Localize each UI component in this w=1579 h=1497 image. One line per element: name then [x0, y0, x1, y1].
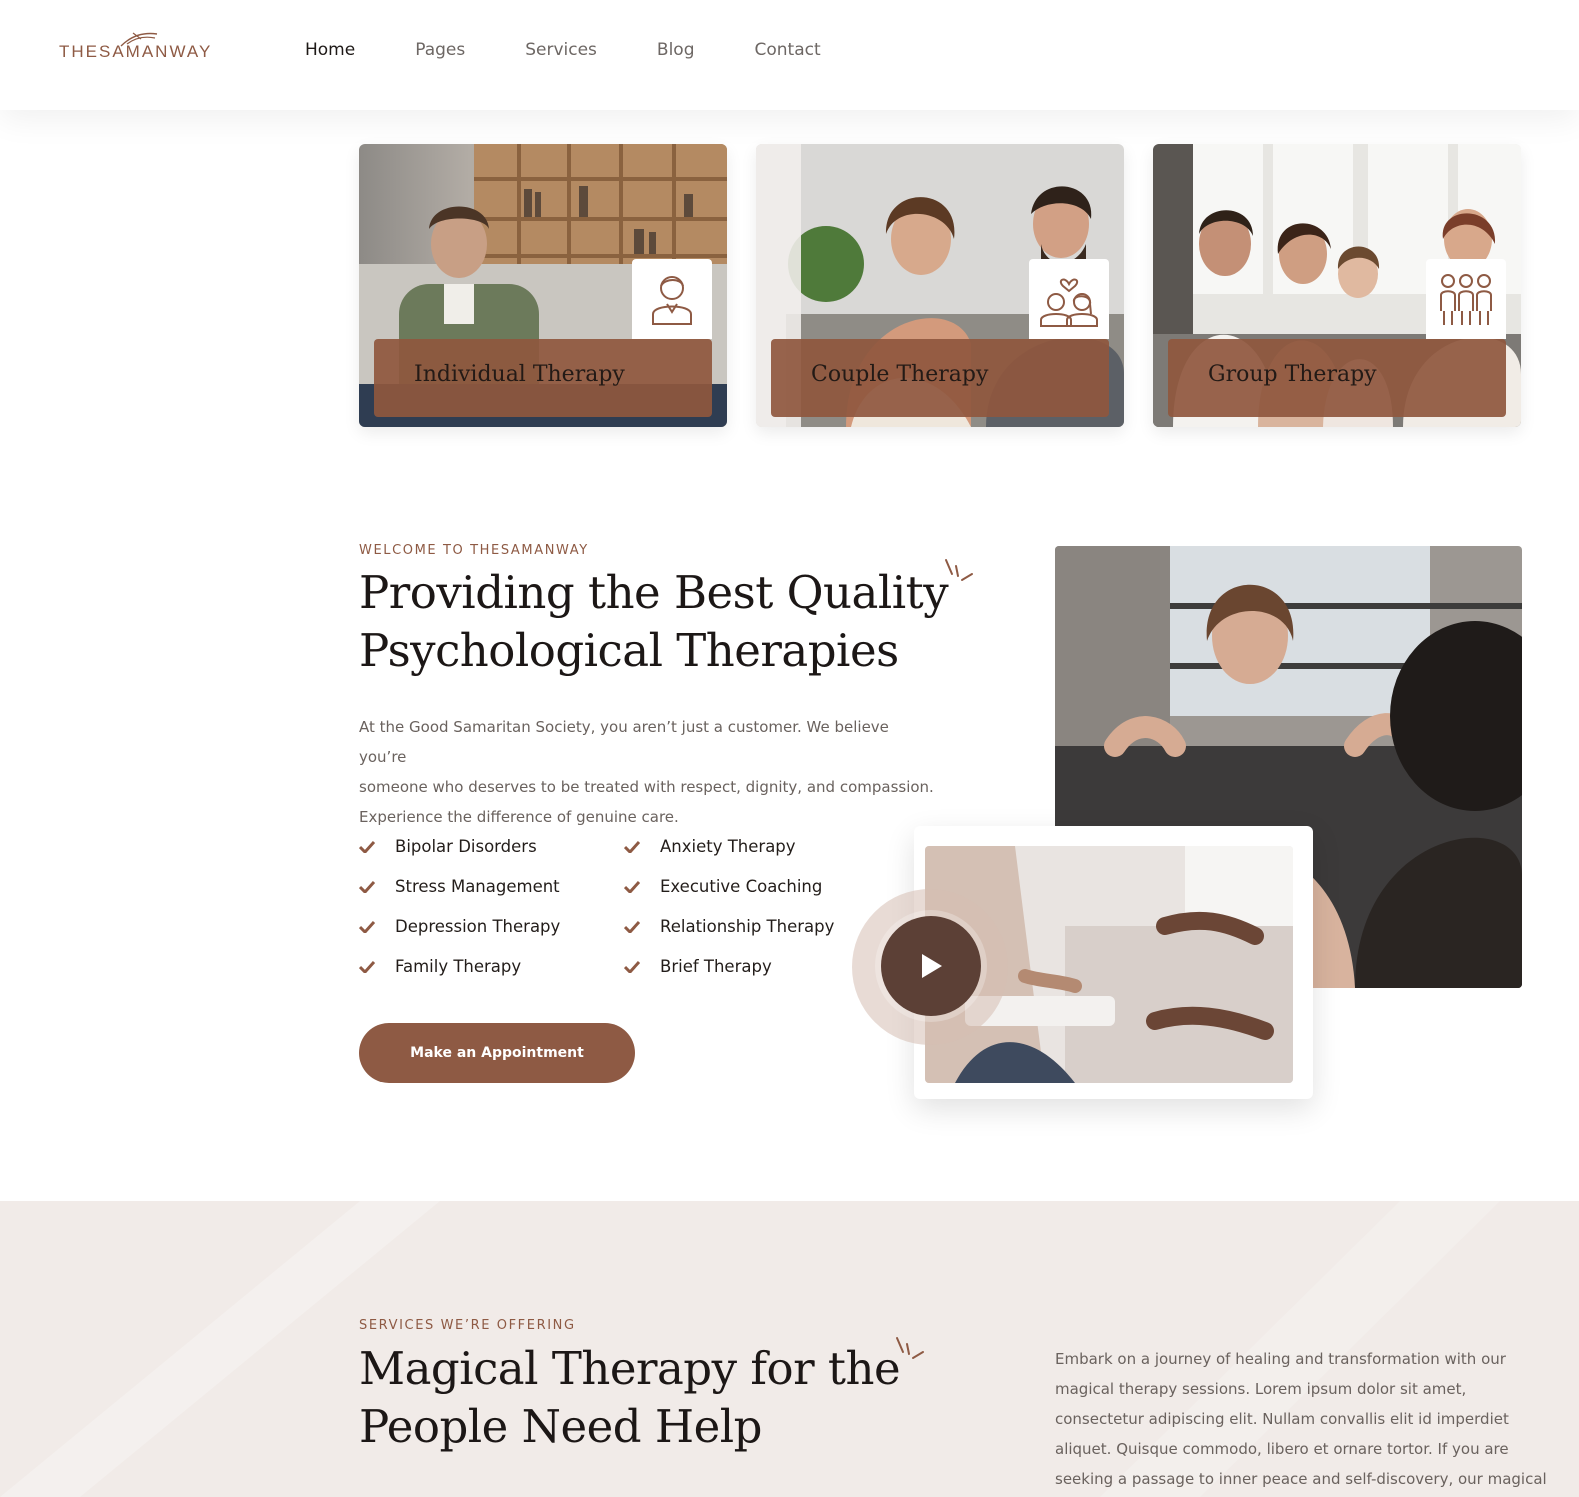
services-eyebrow: SERVICES WE’RE OFFERING	[359, 1318, 576, 1333]
card-title: Couple Therapy	[811, 362, 989, 387]
checkmark-icon	[359, 880, 375, 893]
check-label: Brief Therapy	[660, 957, 772, 976]
welcome-eyebrow: WELCOME TO THESAMANWAY	[359, 543, 589, 558]
services-paragraph: Embark on a journey of healing and trans…	[1055, 1344, 1555, 1494]
couple-heart-icon	[1040, 278, 1098, 327]
check-label: Bipolar Disorders	[395, 837, 537, 856]
check-item: Stress Management	[359, 877, 560, 896]
welcome-headline: Providing the Best Quality Psychological…	[359, 564, 999, 680]
para-line: At the Good Samaritan Society, you aren’…	[359, 718, 889, 766]
card-title: Individual Therapy	[414, 362, 625, 387]
play-icon	[922, 954, 942, 978]
check-item: Relationship Therapy	[624, 917, 834, 936]
group-icon	[1440, 274, 1492, 325]
check-item: Brief Therapy	[624, 957, 772, 976]
check-item: Depression Therapy	[359, 917, 560, 936]
check-item: Executive Coaching	[624, 877, 822, 896]
sparkle-accent-icon	[896, 1337, 924, 1359]
headline-line-2: Psychological Therapies	[359, 624, 899, 677]
card-label: Group Therapy	[1168, 339, 1506, 417]
para-line: someone who deserves to be treated with …	[359, 778, 934, 796]
logo[interactable]: THESAMANWAY	[59, 30, 210, 66]
logo-swoosh-icon	[120, 32, 158, 47]
checkmark-icon	[359, 920, 375, 933]
nav-blog[interactable]: Blog	[657, 40, 695, 60]
check-item: Bipolar Disorders	[359, 837, 537, 856]
headline-line-1: Providing the Best Quality	[359, 566, 949, 619]
para-line: seeking a passage to inner peace and sel…	[1055, 1470, 1547, 1488]
headline-line-1: Magical Therapy for the	[359, 1342, 901, 1395]
check-item: Family Therapy	[359, 957, 521, 976]
services-section: SERVICES WE’RE OFFERING Magical Therapy …	[0, 1201, 1579, 1497]
play-video-button[interactable]	[881, 916, 981, 1016]
nav-contact[interactable]: Contact	[754, 40, 820, 60]
check-label: Relationship Therapy	[660, 917, 835, 936]
service-card-couple[interactable]: Couple Therapy	[756, 144, 1124, 427]
group-icon-box	[1426, 259, 1506, 339]
para-line: consectetur adipiscing elit. Nullam conv…	[1055, 1410, 1509, 1428]
site-header: THESAMANWAY Home Pages Services Blog Con…	[0, 0, 1579, 110]
person-icon	[652, 276, 692, 325]
main-nav: Home Pages Services Blog Contact	[305, 40, 881, 60]
nav-pages[interactable]: Pages	[415, 40, 465, 60]
make-appointment-button[interactable]: Make an Appointment	[359, 1023, 635, 1083]
checkmark-icon	[624, 840, 640, 853]
welcome-paragraph: At the Good Samaritan Society, you aren’…	[359, 712, 939, 832]
checkmark-icon	[624, 880, 640, 893]
couple-icon-box	[1029, 259, 1109, 339]
checkmark-icon	[624, 920, 640, 933]
check-label: Stress Management	[395, 877, 560, 896]
headline-line-2: People Need Help	[359, 1400, 762, 1453]
card-title: Group Therapy	[1208, 362, 1377, 387]
service-card-individual[interactable]: Individual Therapy	[359, 144, 727, 427]
para-line: Embark on a journey of healing and trans…	[1055, 1350, 1506, 1368]
checkmark-icon	[359, 960, 375, 973]
para-line: Experience the difference of genuine car…	[359, 808, 679, 826]
person-icon-box	[632, 259, 712, 339]
checkmark-icon	[359, 840, 375, 853]
check-label: Executive Coaching	[660, 877, 823, 896]
sparkle-accent-icon	[945, 559, 973, 581]
checkmark-icon	[624, 960, 640, 973]
check-label: Depression Therapy	[395, 917, 561, 936]
nav-services[interactable]: Services	[525, 40, 597, 60]
para-line: magical therapy sessions. Lorem ipsum do…	[1055, 1380, 1467, 1398]
service-card-group[interactable]: Group Therapy	[1153, 144, 1521, 427]
card-label: Couple Therapy	[771, 339, 1109, 417]
check-label: Family Therapy	[395, 957, 522, 976]
check-label: Anxiety Therapy	[660, 837, 796, 856]
nav-home[interactable]: Home	[305, 40, 355, 60]
para-line: aliquet. Quisque commodo, libero et orna…	[1055, 1440, 1509, 1458]
card-label: Individual Therapy	[374, 339, 712, 417]
check-item: Anxiety Therapy	[624, 837, 796, 856]
